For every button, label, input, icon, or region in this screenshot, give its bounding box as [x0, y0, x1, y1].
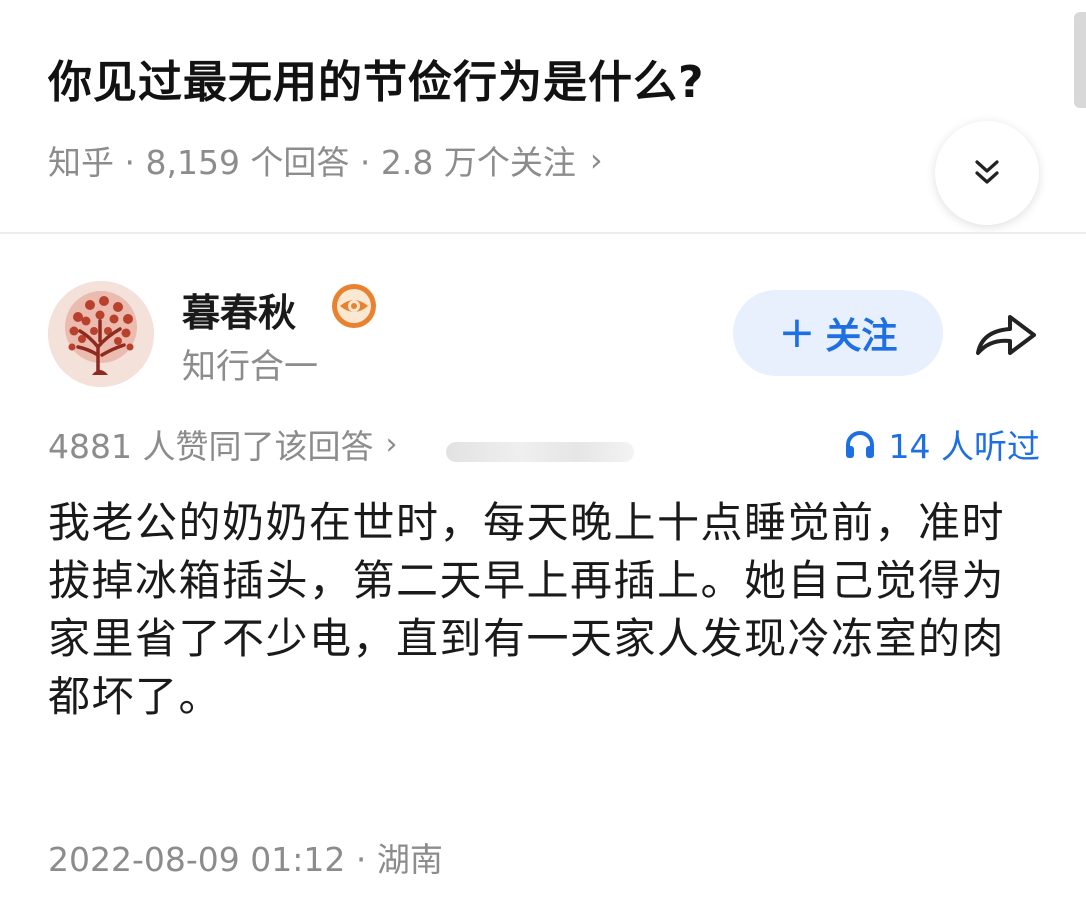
headphones-icon	[845, 431, 874, 458]
divider	[0, 232, 1086, 234]
avatar[interactable]	[48, 281, 154, 387]
share-arrow-icon[interactable]	[972, 305, 1040, 361]
follow-button[interactable]: + 关注	[733, 290, 943, 376]
answer-timestamp: 2022-08-09 01:12 · 湖南	[48, 840, 443, 879]
double-chevron-down-icon	[975, 160, 999, 184]
eye-badge-icon[interactable]	[330, 282, 378, 330]
vote-count[interactable]: 4881 人赞同了该回答 ›	[48, 420, 397, 468]
author-name[interactable]: 暮春秋	[182, 282, 296, 337]
collapse-button[interactable]	[935, 121, 1039, 225]
blurred-watermark	[446, 442, 634, 462]
chevron-right-icon: ›	[385, 426, 398, 462]
vote-count-text: 4881 人赞同了该回答	[48, 427, 374, 466]
author-bio: 知行合一	[182, 347, 318, 387]
answer-page: 你见过最无用的节俭行为是什么? 知乎 · 8,159 个回答 · 2.8 万个关…	[0, 0, 1086, 910]
listen-count-text: 14 人听过	[888, 427, 1040, 466]
listen-count[interactable]: 14 人听过	[843, 420, 1040, 468]
question-title[interactable]: 你见过最无用的节俭行为是什么?	[48, 46, 705, 110]
answer-content: 我老公的奶奶在世时，每天晚上十点睡觉前，准时拔掉冰箱插头，第二天早上再插上。她自…	[48, 498, 1006, 721]
follow-label: 关注	[825, 316, 898, 357]
plus-icon: +	[778, 307, 816, 358]
chevron-right-icon: ›	[589, 141, 603, 179]
question-meta[interactable]: 知乎 · 8,159 个回答 · 2.8 万个关注 ›	[48, 136, 603, 184]
scrollbar[interactable]	[1074, 12, 1086, 108]
tree-avatar-image	[48, 281, 154, 387]
question-meta-text: 知乎 · 8,159 个回答 · 2.8 万个关注	[48, 143, 576, 182]
answer-stats: 4881 人赞同了该回答 › 14 人听过	[48, 420, 1040, 467]
